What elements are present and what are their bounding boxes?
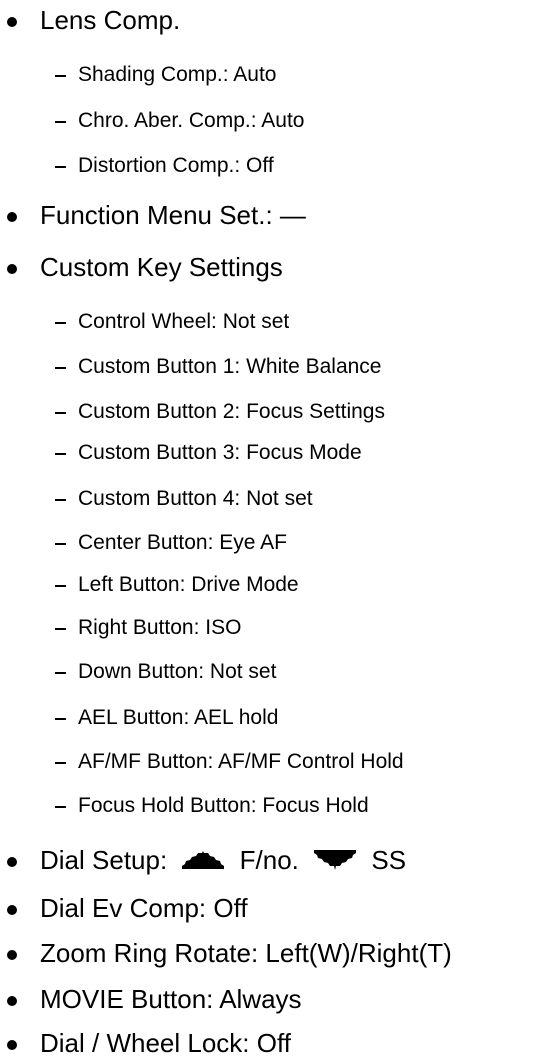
bullet <box>7 17 17 27</box>
dial-setup-label: Dial Setup: <box>40 845 168 875</box>
sub-item-center-button: Center Button: Eye AF <box>0 530 287 556</box>
dash <box>55 367 66 369</box>
dash <box>55 718 66 720</box>
list-item-label: Function Menu Set.: — <box>40 200 306 230</box>
sub-item-label: Custom Button 1: White Balance <box>78 355 382 378</box>
sub-item-label: Focus Hold Button: Focus Hold <box>78 794 369 817</box>
dial-setup-rear-value: SS <box>371 845 407 875</box>
sub-item-label: Center Button: Eye AF <box>78 531 287 554</box>
sub-item-label: AF/MF Button: AF/MF Control Hold <box>78 750 404 773</box>
bullet <box>7 996 17 1006</box>
sub-item-right-button: Right Button: ISO <box>0 615 241 641</box>
dash <box>55 322 66 324</box>
bullet <box>7 950 17 960</box>
bullet <box>7 264 17 274</box>
sub-item-distortion-comp: Distortion Comp.: Off <box>0 153 274 179</box>
sub-item-label: Down Button: Not set <box>78 660 277 683</box>
dash <box>55 543 66 545</box>
list-item-movie-button: MOVIE Button: Always <box>0 984 302 1014</box>
sub-item-custom-button-4: Custom Button 4: Not set <box>0 486 313 512</box>
bullet <box>7 1040 17 1050</box>
list-item-label: Custom Key Settings <box>40 252 283 282</box>
sub-item-label: Distortion Comp.: Off <box>78 154 274 177</box>
list-item-dial-wheel-lock: Dial / Wheel Lock: Off <box>0 1028 291 1058</box>
sub-item-custom-button-2: Custom Button 2: Focus Settings <box>0 399 385 425</box>
list-item-function-menu-set: Function Menu Set.: — <box>0 200 306 230</box>
front-dial-icon <box>182 851 225 870</box>
sub-item-af-mf-button: AF/MF Button: AF/MF Control Hold <box>0 749 404 775</box>
sub-item-label: Chro. Aber. Comp.: Auto <box>78 109 305 132</box>
sub-item-ael-button: AEL Button: AEL hold <box>0 705 278 731</box>
dash <box>55 412 66 414</box>
sub-item-label: Control Wheel: Not set <box>78 310 290 333</box>
dash <box>55 806 66 808</box>
dash <box>55 166 66 168</box>
dash <box>55 75 66 77</box>
sub-item-down-button: Down Button: Not set <box>0 659 276 685</box>
sub-item-shading-comp: Shading Comp.: Auto <box>0 62 276 88</box>
list-item-label: Zoom Ring Rotate: Left(W)/Right(T) <box>40 938 452 968</box>
list-item-dial-setup: Dial Setup: F/no. SS <box>0 845 406 875</box>
dash <box>55 672 66 674</box>
sub-item-label: Custom Button 4: Not set <box>78 487 313 510</box>
sub-item-custom-button-1: Custom Button 1: White Balance <box>0 354 382 380</box>
sub-item-custom-button-3: Custom Button 3: Focus Mode <box>0 440 362 466</box>
sub-item-label: AEL Button: AEL hold <box>78 706 279 729</box>
sub-item-label: Shading Comp.: Auto <box>78 63 277 86</box>
sub-item-label: Left Button: Drive Mode <box>78 573 299 596</box>
sub-item-chro-aber-comp: Chro. Aber. Comp.: Auto <box>0 108 304 134</box>
bullet <box>7 857 17 867</box>
dash <box>55 121 66 123</box>
list-item-lens-comp: Lens Comp. <box>0 5 180 35</box>
bullet <box>7 905 17 915</box>
list-item-custom-key-settings: Custom Key Settings <box>0 252 283 282</box>
list-item-label: MOVIE Button: Always <box>40 984 302 1014</box>
sub-item-label: Custom Button 2: Focus Settings <box>78 400 385 423</box>
sub-item-control-wheel: Control Wheel: Not set <box>0 309 289 335</box>
dash <box>55 453 66 455</box>
bullet <box>7 212 17 222</box>
sub-item-focus-hold-button: Focus Hold Button: Focus Hold <box>0 793 369 819</box>
list-item-dial-ev-comp: Dial Ev Comp: Off <box>0 893 248 923</box>
dash <box>55 499 66 501</box>
sub-item-label: Custom Button 3: Focus Mode <box>78 441 362 464</box>
list-item-label: Dial Ev Comp: Off <box>40 893 248 923</box>
list-item-label: Lens Comp. <box>40 5 181 35</box>
dash <box>55 585 66 587</box>
sub-item-left-button: Left Button: Drive Mode <box>0 572 299 598</box>
list-item-label: Dial / Wheel Lock: Off <box>40 1028 291 1058</box>
sub-item-label: Right Button: ISO <box>78 616 242 639</box>
dash <box>55 762 66 764</box>
dash <box>55 628 66 630</box>
rear-dial-icon <box>314 850 357 871</box>
list-item-zoom-ring-rotate: Zoom Ring Rotate: Left(W)/Right(T) <box>0 938 452 968</box>
dial-setup-front-value: F/no. <box>239 845 299 875</box>
